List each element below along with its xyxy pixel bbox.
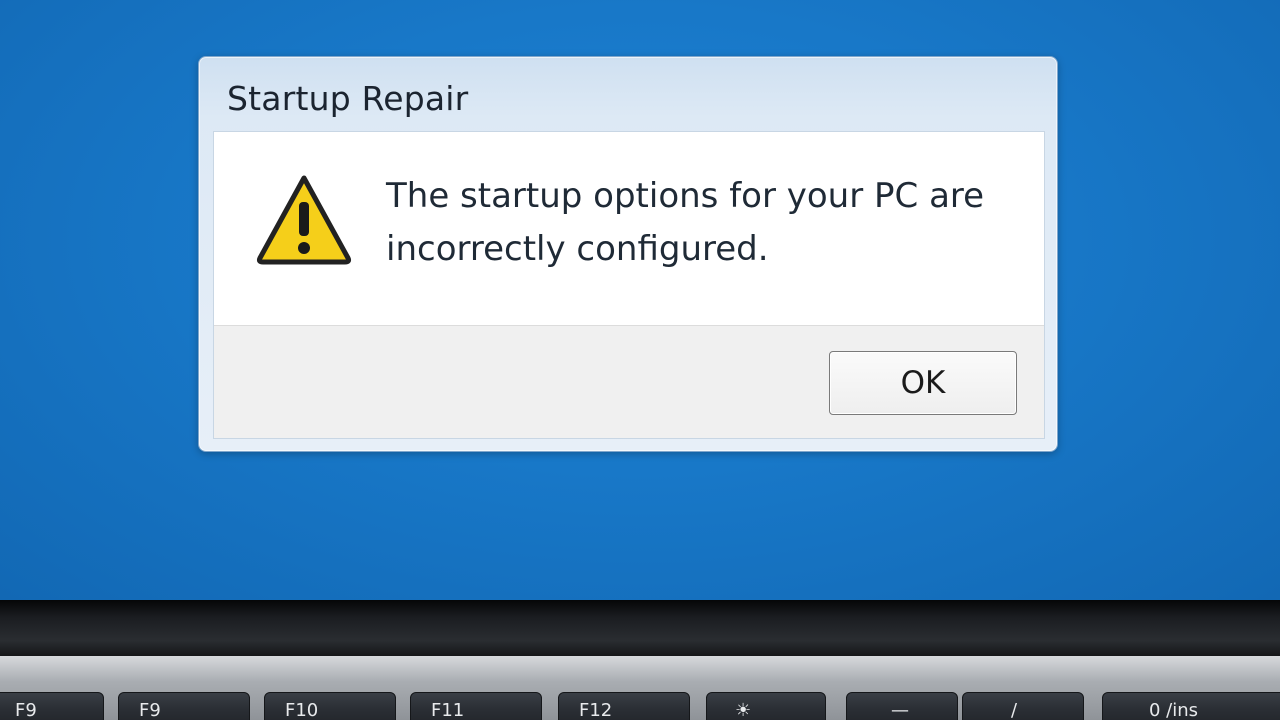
dialog-body: The startup options for your PC are inco… xyxy=(213,131,1045,439)
key-brightness[interactable]: ☀ xyxy=(706,692,826,720)
key-minus[interactable]: — xyxy=(846,692,958,720)
key-f11[interactable]: F11 xyxy=(410,692,542,720)
desktop-background: Startup Repair The startup options for y… xyxy=(0,0,1280,600)
dialog-title: Startup Repair xyxy=(227,79,469,118)
key-f12[interactable]: F12 xyxy=(558,692,690,720)
dialog-content: The startup options for your PC are inco… xyxy=(214,132,1044,325)
key-slash[interactable]: / xyxy=(962,692,1084,720)
key-f9-left[interactable]: F9 xyxy=(0,692,104,720)
startup-repair-dialog: Startup Repair The startup options for y… xyxy=(198,56,1058,452)
warning-icon xyxy=(256,175,352,265)
key-f9[interactable]: F9 xyxy=(118,692,250,720)
key-f10[interactable]: F10 xyxy=(264,692,396,720)
dialog-footer: OK xyxy=(214,326,1044,438)
photo-scene: Startup Repair The startup options for y… xyxy=(0,0,1280,720)
key-0-ins[interactable]: 0 /ins xyxy=(1102,692,1280,720)
error-message: The startup options for your PC are inco… xyxy=(386,176,985,269)
ok-button[interactable]: OK xyxy=(829,351,1017,415)
laptop-bezel xyxy=(0,600,1280,658)
